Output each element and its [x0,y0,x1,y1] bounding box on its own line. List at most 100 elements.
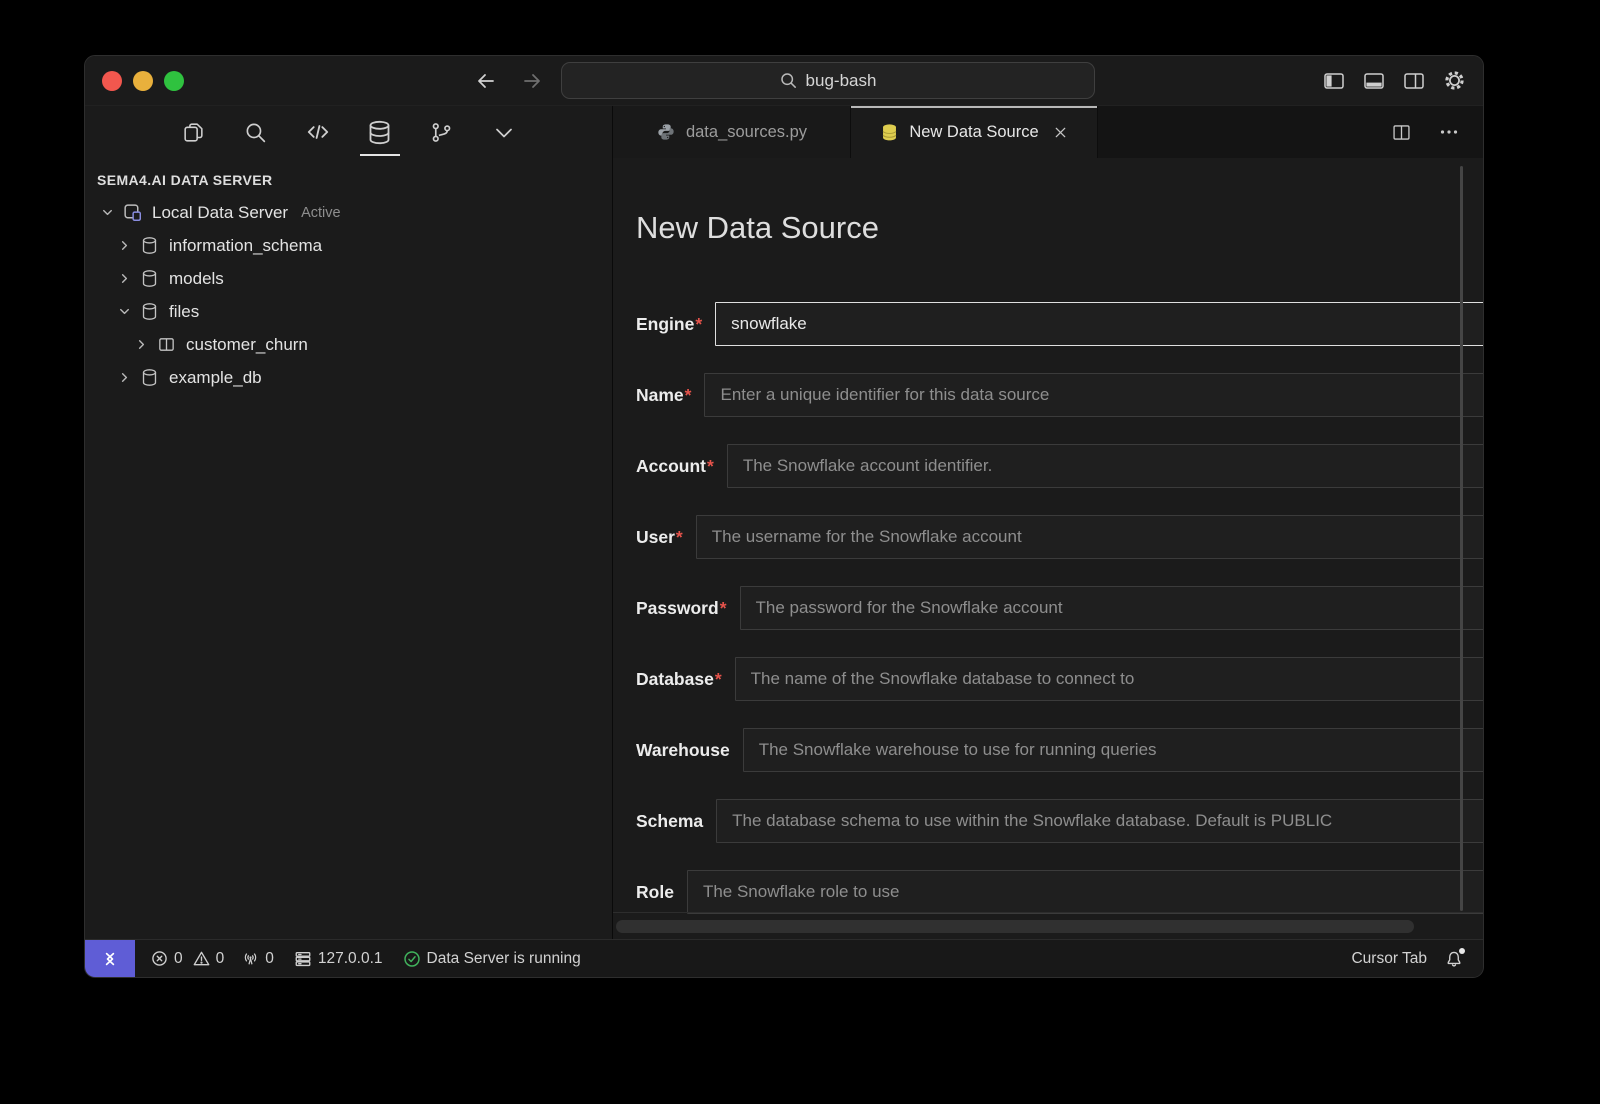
engine-input[interactable] [715,302,1483,346]
minimize-window-button[interactable] [133,71,153,91]
name-input[interactable] [704,373,1483,417]
table-icon [155,335,177,354]
tree-item-files[interactable]: files [85,295,612,328]
warning-count: 0 [216,950,225,968]
chevron-down-icon[interactable] [486,106,522,158]
sidebar-section-header: SEMA4.AI DATA SERVER [97,172,612,188]
notifications-bell-icon[interactable] [1445,950,1463,968]
tab-new-data-source[interactable]: New Data Source [851,106,1098,158]
tree-item-label: files [169,302,199,322]
window-controls [102,71,184,91]
database-icon[interactable] [362,106,398,158]
layout-sidebar-left-icon[interactable] [1322,69,1346,93]
page-title: New Data Source [636,210,1483,246]
tree-item-customer-churn[interactable]: customer_churn [85,328,612,361]
tree-item-label: Local Data Server [152,203,288,223]
tree-item-label: information_schema [169,236,322,256]
source-control-icon[interactable] [424,106,460,158]
host-address: 127.0.0.1 [318,950,383,968]
database-yellow-icon [880,123,899,142]
engine-label: Engine* [636,314,702,335]
forward-arrow-icon[interactable] [519,68,545,94]
password-label: Password* [636,598,727,619]
form-field-user: User* [636,515,1483,559]
form-field-warehouse: Warehouse [636,728,1483,772]
remote-indicator[interactable] [85,940,135,977]
close-window-button[interactable] [102,71,122,91]
problems-indicator[interactable]: 0 0 [151,950,224,968]
code-icon[interactable] [300,106,336,158]
user-input[interactable] [696,515,1483,559]
chevron-right-icon[interactable] [116,370,132,385]
account-label: Account* [636,456,714,477]
required-marker: * [676,527,683,547]
role-input[interactable] [687,870,1483,914]
editor-area: data_sources.py New Data Source [613,106,1483,939]
tab-label: data_sources.py [686,123,807,142]
new-data-source-panel: New Data Source Engine* Name* Account* [613,158,1483,939]
database-icon [138,236,160,255]
command-search-input[interactable]: bug-bash [561,62,1095,99]
chevron-right-icon[interactable] [133,337,149,352]
horizontal-scrollbar[interactable] [616,920,1414,933]
form-field-engine: Engine* [636,302,1483,346]
tree-item-label: example_db [169,368,262,388]
chevron-down-icon[interactable] [116,304,132,319]
warehouse-input[interactable] [743,728,1483,772]
form-field-name: Name* [636,373,1483,417]
chevron-down-icon[interactable] [99,205,115,220]
chevron-right-icon[interactable] [116,271,132,286]
form-field-schema: Schema [636,799,1483,843]
server-status-badge: Active [301,205,341,221]
tree-item-label: models [169,269,224,289]
form-field-password: Password* [636,586,1483,630]
cursor-tab-label[interactable]: Cursor Tab [1351,950,1427,968]
tree-item-local-data-server[interactable]: Local Data Server Active [85,196,612,229]
password-input[interactable] [740,586,1484,630]
database-label: Database* [636,669,722,690]
tree-item-models[interactable]: models [85,262,612,295]
form-field-database: Database* [636,657,1483,701]
required-marker: * [707,456,714,476]
database-input[interactable] [735,657,1483,701]
ports-count: 0 [265,950,274,968]
search-value: bug-bash [806,71,877,91]
search-sidebar-icon[interactable] [238,106,274,158]
split-editor-icon[interactable] [1391,122,1412,143]
role-label: Role [636,882,674,903]
ports-indicator[interactable]: 0 [242,950,274,968]
form-field-role: Role [636,870,1483,914]
tab-data-sources-py[interactable]: data_sources.py [613,106,851,158]
files-icon[interactable] [176,106,212,158]
tree-item-information-schema[interactable]: information_schema [85,229,612,262]
chevron-right-icon[interactable] [116,238,132,253]
remote-icon [101,950,119,968]
required-marker: * [685,385,692,405]
settings-gear-icon[interactable] [1442,68,1467,93]
close-tab-icon[interactable] [1053,125,1068,140]
more-actions-icon[interactable] [1439,122,1459,142]
host-indicator[interactable]: 127.0.0.1 [294,950,383,968]
layout-panel-bottom-icon[interactable] [1362,69,1386,93]
data-server-status[interactable]: Data Server is running [403,950,581,968]
name-label: Name* [636,385,691,406]
vertical-scrollbar[interactable] [1460,166,1463,911]
schema-input[interactable] [716,799,1483,843]
zoom-window-button[interactable] [164,71,184,91]
back-arrow-icon[interactable] [473,68,499,94]
required-marker: * [715,669,722,689]
database-icon [138,302,160,321]
layout-sidebar-right-icon[interactable] [1402,69,1426,93]
search-icon [780,72,797,89]
form-field-account: Account* [636,444,1483,488]
error-count: 0 [174,950,183,968]
title-bar: bug-bash [85,56,1483,106]
tab-bar: data_sources.py New Data Source [613,106,1483,158]
tree-item-example-db[interactable]: example_db [85,361,612,394]
error-icon [151,950,168,967]
account-input[interactable] [727,444,1483,488]
new-data-source-form: New Data Source Engine* Name* Account* [613,158,1483,914]
user-label: User* [636,527,683,548]
server-status-text: Data Server is running [427,950,581,968]
database-icon [138,269,160,288]
